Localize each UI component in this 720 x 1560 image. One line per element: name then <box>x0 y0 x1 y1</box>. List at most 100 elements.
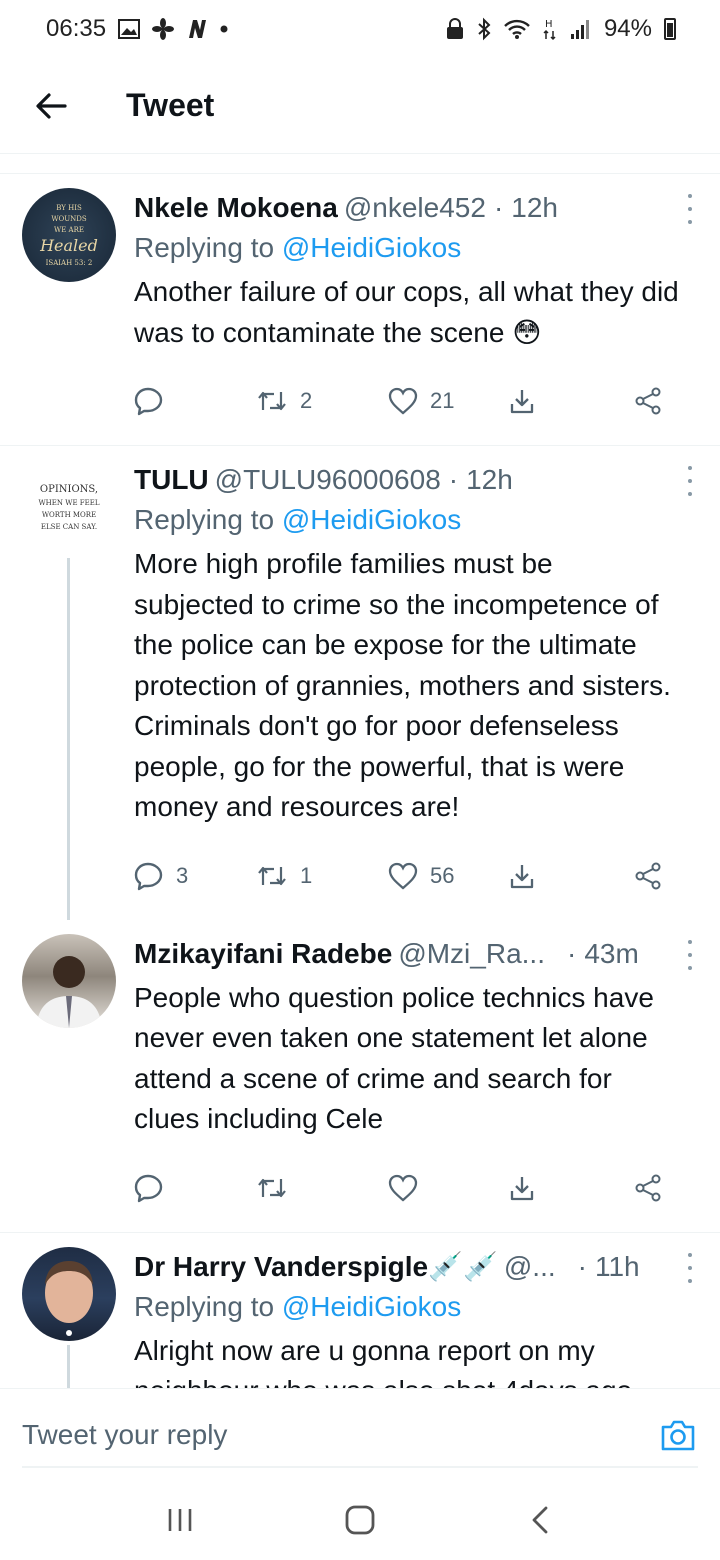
author-handle[interactable]: @Mzi_Ra... <box>398 934 545 974</box>
bookmark-button[interactable] <box>508 862 634 890</box>
share-button[interactable] <box>634 387 662 415</box>
reply-icon <box>134 387 163 416</box>
like-icon <box>388 387 418 415</box>
home-button[interactable] <box>320 1490 400 1550</box>
lock-icon <box>446 18 464 40</box>
camera-icon <box>661 1420 695 1450</box>
reply-button[interactable] <box>134 386 256 416</box>
replying-to: Replying to @HeidiGiokos <box>134 504 462 535</box>
camera-button[interactable] <box>658 1415 698 1455</box>
author-handle[interactable]: @nkele452 <box>344 188 486 228</box>
more-options-button[interactable] <box>678 466 702 496</box>
mention-link[interactable]: @HeidiGiokos <box>282 232 461 263</box>
divider <box>22 1466 698 1468</box>
tweet-time[interactable]: 12h <box>466 460 513 500</box>
tweet-time[interactable]: 12h <box>511 188 558 228</box>
notification-dot-icon <box>220 25 228 33</box>
divider <box>0 154 720 174</box>
like-icon <box>388 1174 418 1202</box>
recents-icon <box>168 1509 192 1531</box>
fan-icon <box>152 18 175 40</box>
battery-icon <box>664 18 676 40</box>
retweet-button[interactable]: 1 <box>256 863 388 889</box>
reply-button[interactable] <box>134 1173 256 1203</box>
more-options-button[interactable] <box>678 194 702 224</box>
tweet-feed[interactable]: BY HIS WOUNDS WE ARE Healed ISAIAH 53: 2… <box>0 154 720 1388</box>
author-handle[interactable]: @TULU96000608 <box>215 460 441 500</box>
back-arrow-icon <box>36 92 67 119</box>
retweet-icon <box>258 866 286 885</box>
cell-signal-icon <box>570 18 592 40</box>
retweet-button[interactable] <box>256 1175 388 1201</box>
reply-input[interactable]: Tweet your reply <box>22 1419 658 1451</box>
retweet-icon <box>258 391 286 411</box>
author-name[interactable]: Nkele Mokoena <box>134 188 338 228</box>
status-bar: 06:35 H 94% <box>0 0 720 58</box>
reply-icon <box>134 862 163 890</box>
author-name[interactable]: Dr Harry Vanderspigle💉💉 <box>134 1247 498 1287</box>
tweet[interactable]: Dr Harry Vanderspigle💉💉 @... · 11h Reply… <box>0 1233 720 1388</box>
back-button[interactable] <box>26 81 76 131</box>
home-icon <box>345 1505 375 1535</box>
recents-button[interactable] <box>140 1490 220 1550</box>
status-time: 06:35 <box>46 15 107 42</box>
author-name[interactable]: Mzikayifani Radebe <box>134 934 392 974</box>
tweet-actions <box>134 1158 680 1218</box>
share-icon <box>635 862 661 889</box>
thread-line <box>67 558 70 920</box>
battery-percent: 94% <box>603 15 652 42</box>
tweet-time[interactable]: 43m <box>584 934 638 974</box>
share-button[interactable] <box>634 1174 662 1202</box>
avatar[interactable] <box>22 1246 116 1341</box>
bookmark-icon <box>510 864 534 888</box>
mention-link[interactable]: @HeidiGiokos <box>282 1291 461 1322</box>
share-button[interactable] <box>634 862 662 890</box>
bookmark-icon <box>510 1176 534 1200</box>
tweet-actions: 2 21 <box>134 371 680 431</box>
tweet[interactable]: BY HIS WOUNDS WE ARE Healed ISAIAH 53: 2… <box>0 174 720 446</box>
svg-text:H: H <box>545 19 553 30</box>
thread-line <box>67 1344 70 1388</box>
person-photo <box>36 955 102 1028</box>
system-back-button[interactable] <box>500 1490 580 1550</box>
like-button[interactable] <box>388 1174 508 1202</box>
back-nav-icon <box>532 1506 548 1534</box>
replying-to: Replying to @HeidiGiokos <box>134 232 462 263</box>
tweet[interactable]: OPINIONS, WHEN WE FEEL WORTH MORE ELSE C… <box>0 446 720 920</box>
bookmark-icon <box>510 390 534 414</box>
like-icon <box>388 862 418 890</box>
author-name[interactable]: TULU <box>134 460 209 500</box>
reply-composer: Tweet your reply <box>0 1388 720 1480</box>
tweet[interactable]: Mzikayifani Radebe @Mzi_Ra... · 43m Peop… <box>0 920 720 1233</box>
bookmark-button[interactable] <box>508 1174 634 1202</box>
tweet-text: Another failure of our cops, all what th… <box>134 276 679 348</box>
like-button[interactable]: 21 <box>388 387 508 415</box>
share-icon <box>635 387 661 415</box>
tweet-actions: 3 1 56 <box>134 846 680 906</box>
news-app-icon <box>186 18 208 40</box>
wifi-icon <box>504 18 530 40</box>
share-icon <box>635 1174 661 1201</box>
system-nav-bar <box>0 1480 720 1560</box>
more-options-button[interactable] <box>678 1252 702 1283</box>
author-handle[interactable]: @... <box>504 1247 556 1287</box>
signal-h-icon: H <box>542 17 558 41</box>
replying-to: Replying to @HeidiGiokos <box>134 1290 462 1322</box>
tweet-text: People who question police technics have… <box>134 981 654 1135</box>
more-options-button[interactable] <box>678 939 702 970</box>
top-app-bar: Tweet <box>0 58 720 154</box>
bookmark-button[interactable] <box>508 387 634 415</box>
tweet-time[interactable]: 11h <box>595 1247 640 1287</box>
avatar[interactable]: OPINIONS, WHEN WE FEEL WORTH MORE ELSE C… <box>22 460 116 554</box>
gallery-icon <box>118 19 141 39</box>
mention-link[interactable]: @HeidiGiokos <box>282 504 461 535</box>
person-photo <box>45 1260 93 1336</box>
like-button[interactable]: 56 <box>388 862 508 890</box>
page-title: Tweet <box>126 87 215 123</box>
avatar[interactable]: BY HIS WOUNDS WE ARE Healed ISAIAH 53: 2 <box>22 188 116 282</box>
retweet-button[interactable]: 2 <box>256 388 388 414</box>
retweet-icon <box>258 1178 286 1197</box>
reply-icon <box>134 1174 163 1202</box>
avatar[interactable] <box>22 933 116 1028</box>
reply-button[interactable]: 3 <box>134 861 256 891</box>
